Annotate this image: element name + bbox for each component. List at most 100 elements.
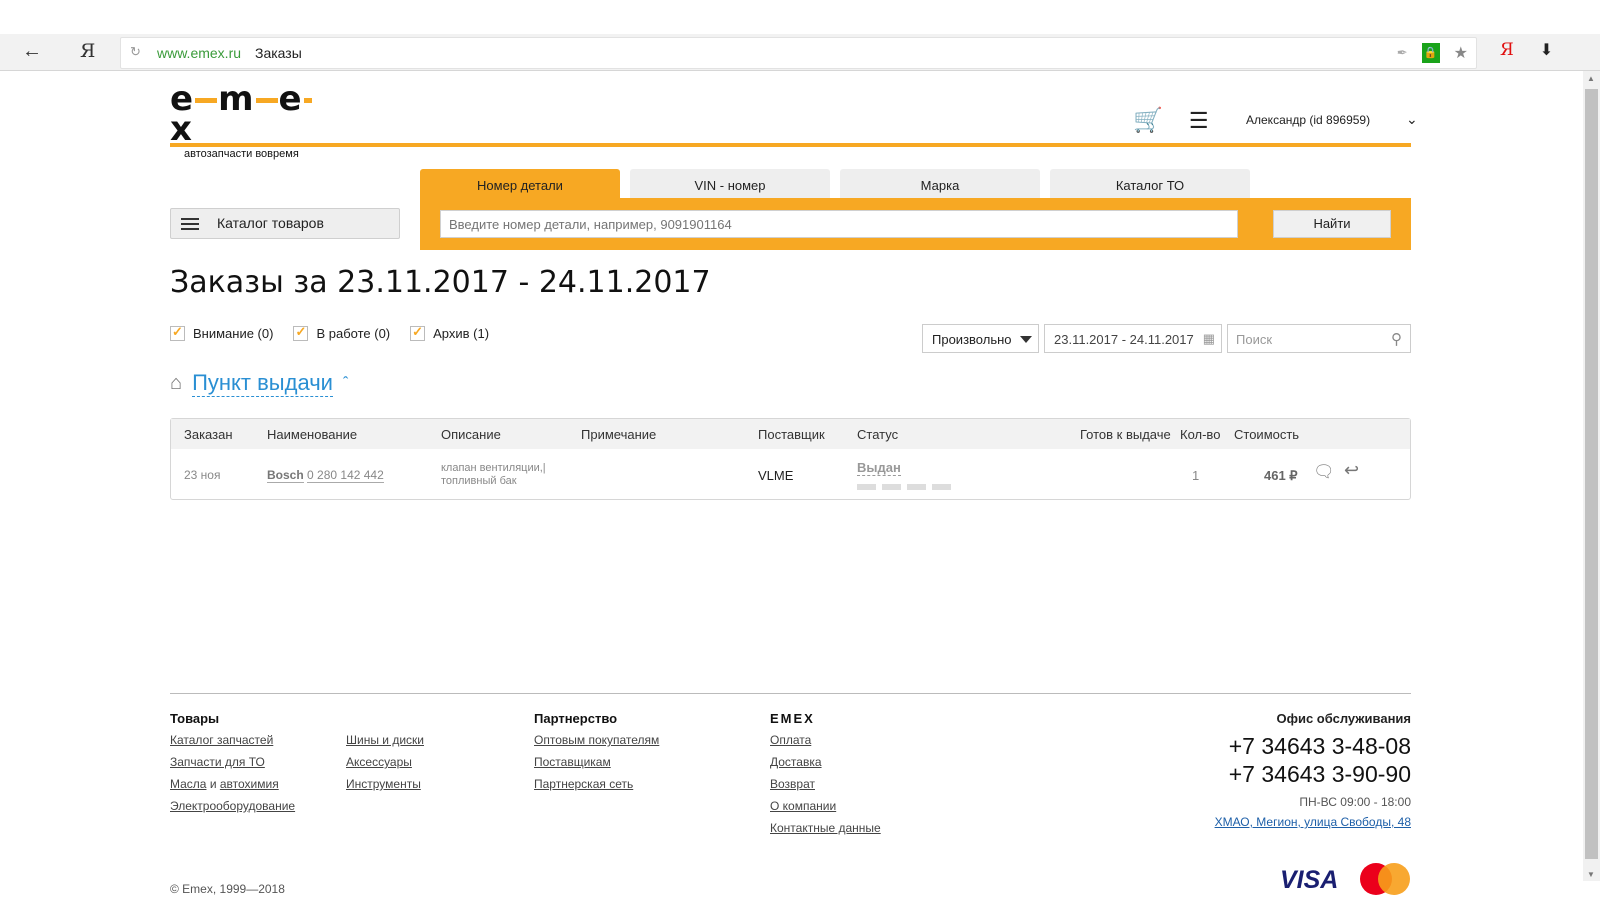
chevron-up-icon[interactable]: ˆ — [343, 375, 348, 393]
mastercard-logo — [1360, 863, 1410, 895]
pickup-point-label[interactable]: Пункт выдачи — [192, 370, 333, 397]
footer-link[interactable]: Контактные данные — [770, 821, 881, 836]
filter-label: В работе (0) — [316, 326, 391, 341]
scrollbar-thumb[interactable] — [1585, 89, 1598, 859]
download-icon[interactable]: ⬇ — [1540, 40, 1553, 60]
cart-icon[interactable]: 🛒 — [1133, 106, 1163, 135]
col-qty: Кол-во — [1180, 427, 1221, 442]
search-panel: Найти — [420, 198, 1411, 250]
checkbox[interactable] — [170, 324, 185, 341]
logo-mark: e m ex — [170, 82, 320, 146]
phone-1[interactable]: +7 34643 3-48-08 — [1215, 732, 1411, 760]
filter-attention[interactable]: Внимание (0) — [170, 324, 273, 341]
emex-logo[interactable]: e m ex автозапчасти вовремя — [170, 82, 320, 160]
orders-table: Заказан Наименование Описание Примечание… — [170, 418, 1411, 500]
back-icon[interactable]: ← — [22, 41, 42, 61]
tab-vin[interactable]: VIN - номер — [630, 169, 830, 198]
row-part-number-link[interactable]: 0 280 142 442 — [307, 468, 384, 483]
footer-oils-chem: Масла и автохимия — [170, 777, 295, 792]
yandex-icon[interactable]: Я — [80, 41, 95, 61]
chevron-down-icon[interactable]: ⌄ — [1406, 111, 1418, 128]
browser-right-icons: Я ⬇ — [1500, 40, 1553, 60]
footer-link[interactable]: Запчасти для ТО — [170, 755, 295, 770]
caret-down-icon — [1020, 336, 1032, 343]
row-status[interactable]: Выдан — [857, 460, 901, 476]
footer-and: и — [209, 777, 217, 791]
comment-icon[interactable]: 🗨 — [1313, 462, 1335, 482]
part-search-input[interactable] — [440, 210, 1238, 238]
footer-partners-col: Партнерство Оптовым покупателям Поставщи… — [534, 711, 659, 799]
scroll-up-icon[interactable]: ▲ — [1587, 74, 1595, 83]
orders-search-input[interactable]: Поиск ⚲ — [1227, 324, 1411, 353]
row-status-label[interactable]: Выдан — [857, 460, 901, 476]
footer-office: Офис обслуживания +7 34643 3-48-08 +7 34… — [1215, 711, 1411, 829]
status-progress-step — [907, 484, 926, 490]
warehouse-icon: ⌂ — [170, 372, 183, 394]
filter-label: Архив (1) — [433, 326, 490, 341]
row-description: клапан вентиляции,| топливный бак — [441, 462, 546, 487]
col-supplier: Поставщик — [758, 427, 825, 442]
footer-link[interactable]: Шины и диски — [346, 733, 424, 748]
header-icons: 🛒 ☰ — [1133, 106, 1209, 135]
footer-emex-heading: EMEX — [770, 711, 815, 726]
url-field[interactable]: ↻ www.emex.ru Заказы ✒ 🔒 ★ — [120, 37, 1477, 69]
orders-list-icon[interactable]: ☰ — [1189, 108, 1209, 134]
footer-link[interactable]: Доставка — [770, 755, 881, 770]
row-brand-link[interactable]: Bosch — [267, 468, 304, 483]
footer-link[interactable]: Возврат — [770, 777, 881, 792]
checkbox[interactable] — [410, 324, 426, 341]
page-scrollbar[interactable]: ▲ ▼ — [1583, 71, 1600, 881]
footer-link[interactable]: Партнерская сеть — [534, 777, 659, 792]
url-page-title: Заказы — [255, 45, 302, 61]
footer-link[interactable]: Каталог запчастей — [170, 733, 295, 748]
status-progress-step — [857, 484, 876, 490]
find-button[interactable]: Найти — [1273, 210, 1391, 238]
period-select[interactable]: Произвольно — [922, 324, 1039, 353]
filter-in-progress[interactable]: В работе (0) — [293, 324, 391, 341]
tab-brand[interactable]: Марка — [840, 169, 1040, 198]
checkbox[interactable] — [293, 324, 309, 341]
footer-link[interactable]: Оптовым покупателям — [534, 733, 659, 748]
url-host: www.emex.ru — [157, 45, 242, 61]
row-part-name[interactable]: Bosch 0 280 142 442 — [267, 468, 384, 483]
catalog-button[interactable]: Каталог товаров — [170, 208, 400, 239]
footer-link[interactable]: Электрооборудование — [170, 799, 295, 814]
office-address-link[interactable]: ХМАО, Мегион, улица Свободы, 48 — [1215, 815, 1411, 829]
return-icon[interactable]: ↩ — [1344, 460, 1359, 481]
user-menu[interactable]: Александр (id 896959) ⌄ — [1246, 111, 1418, 127]
browser-top-strip — [0, 0, 1600, 34]
search-icon[interactable]: ⚲ — [1391, 330, 1402, 348]
scroll-down-icon[interactable]: ▼ — [1587, 870, 1595, 879]
lock-icon[interactable]: 🔒 — [1421, 43, 1440, 63]
filter-archive[interactable]: Архив (1) — [410, 324, 490, 341]
footer-link[interactable]: Масла — [170, 777, 206, 791]
footer-link[interactable]: Оплата — [770, 733, 881, 748]
visa-logo: VISA — [1280, 866, 1339, 894]
date-range-value: 23.11.2017 - 24.11.2017 — [1054, 332, 1194, 347]
order-filters: Внимание (0) В работе (0) Архив (1) — [170, 324, 490, 341]
user-name: Александр — [1246, 113, 1307, 127]
tab-part-number[interactable]: Номер детали — [420, 169, 620, 198]
footer-link[interactable]: автохимия — [220, 777, 279, 791]
address-bar: ← Я ↻ www.emex.ru Заказы ✒ 🔒 ★ Я ⬇ — [0, 34, 1600, 71]
footer-goods-col1: Товары Каталог запчастей Запчасти для ТО… — [170, 711, 295, 821]
menu-icon — [181, 218, 199, 230]
footer-goods-heading: Товары — [170, 711, 220, 726]
date-range-field[interactable]: 23.11.2017 - 24.11.2017 ▦ — [1044, 324, 1222, 353]
status-progress-step — [932, 484, 951, 490]
footer-link[interactable]: Инструменты — [346, 777, 424, 792]
col-name: Наименование — [267, 427, 358, 442]
yandex-red-icon[interactable]: Я — [1500, 40, 1514, 60]
search-tabs: Номер детали VIN - номер Марка Каталог Т… — [420, 169, 1250, 198]
calendar-icon[interactable]: ▦ — [1203, 331, 1215, 347]
star-icon[interactable]: ★ — [1454, 43, 1468, 63]
feather-icon[interactable]: ✒ — [1397, 45, 1408, 61]
phone-2[interactable]: +7 34643 3-90-90 — [1215, 760, 1411, 788]
tab-maintenance-catalog[interactable]: Каталог ТО — [1050, 169, 1250, 198]
pickup-point-toggle[interactable]: ⌂ Пункт выдачи ˆ — [170, 370, 348, 397]
catalog-button-label: Каталог товаров — [217, 215, 324, 231]
reload-icon[interactable]: ↻ — [130, 44, 141, 60]
footer-link[interactable]: Аксессуары — [346, 755, 424, 770]
footer-link[interactable]: О компании — [770, 799, 881, 814]
footer-link[interactable]: Поставщикам — [534, 755, 659, 770]
